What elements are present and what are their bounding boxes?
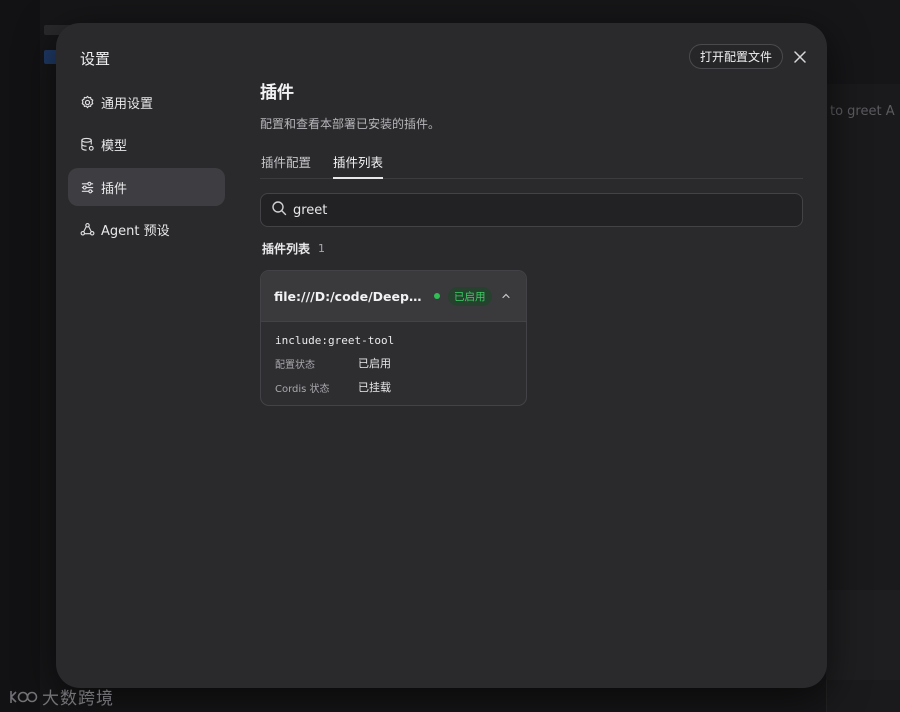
watermark: 大数跨境	[8, 684, 114, 709]
background-right-text: to greet A	[830, 104, 895, 119]
sliders-icon	[79, 179, 95, 195]
page-description: 配置和查看本部署已安装的插件。	[260, 117, 441, 131]
tab-plugin-list[interactable]: 插件列表	[333, 150, 384, 179]
plugins-panel: 插件 配置和查看本部署已安装的插件。 插件配置 插件列表 插件列表 1 file…	[260, 78, 803, 406]
search-box[interactable]	[260, 193, 803, 227]
modal-title: 设置	[80, 50, 111, 68]
nav-item-general[interactable]: 通用设置	[68, 83, 225, 121]
plugin-card-header[interactable]: file:///D:/code/DeepSe... 已启用	[261, 271, 526, 322]
database-icon	[79, 137, 95, 153]
plugin-name: file:///D:/code/DeepSe...	[274, 288, 426, 304]
close-button[interactable]	[790, 47, 810, 67]
search-input[interactable]	[293, 202, 773, 218]
gear-icon	[79, 94, 95, 110]
plugin-card-body: include:greet-tool 配置状态 已启用 Cordis 状态 已挂…	[261, 322, 526, 405]
chevron-up-icon[interactable]	[500, 290, 512, 302]
page-title: 插件	[260, 83, 294, 103]
background-sidebar	[0, 0, 40, 712]
settings-nav: 通用设置 模型 插件 Agent 预设	[68, 83, 225, 253]
plugin-count: 1	[318, 242, 326, 255]
nav-item-plugins[interactable]: 插件	[68, 168, 225, 206]
open-config-file-button[interactable]: 打开配置文件	[689, 44, 784, 69]
cordis-status-row: Cordis 状态 已挂载	[275, 379, 512, 395]
nav-item-label: Agent 预设	[101, 224, 170, 239]
plugin-list-header: 插件列表 1	[260, 240, 803, 257]
watermark-text: 大数跨境	[42, 689, 114, 709]
status-badge: 已启用	[448, 286, 492, 306]
plugin-include: include:greet-tool	[275, 334, 395, 347]
background-input-box	[826, 590, 900, 680]
nav-item-label: 模型	[101, 139, 128, 154]
settings-modal: 设置 打开配置文件 通用设置 模型 插件 Agent 预设 插件 配置和查看本部…	[56, 23, 827, 688]
tab-plugin-config[interactable]: 插件配置	[260, 150, 311, 179]
search-icon	[271, 200, 287, 220]
config-status-value: 已启用	[358, 357, 391, 370]
config-status-label: 配置状态	[275, 360, 315, 371]
tab-bar: 插件配置 插件列表	[260, 150, 803, 179]
config-status-row: 配置状态 已启用	[275, 355, 512, 371]
agent-icon	[79, 222, 95, 238]
cordis-status-label: Cordis 状态	[275, 384, 330, 395]
watermark-logo-icon	[10, 690, 38, 703]
plugin-list-title: 插件列表	[262, 242, 311, 256]
nav-item-agent-presets[interactable]: Agent 预设	[68, 211, 225, 249]
status-dot	[434, 293, 440, 299]
nav-item-label: 通用设置	[101, 96, 154, 112]
close-icon	[794, 51, 806, 63]
nav-item-label: 插件	[101, 181, 128, 197]
plugin-card: file:///D:/code/DeepSe... 已启用 include:gr…	[260, 270, 527, 406]
nav-item-models[interactable]: 模型	[68, 126, 225, 164]
cordis-status-value: 已挂载	[358, 381, 391, 394]
